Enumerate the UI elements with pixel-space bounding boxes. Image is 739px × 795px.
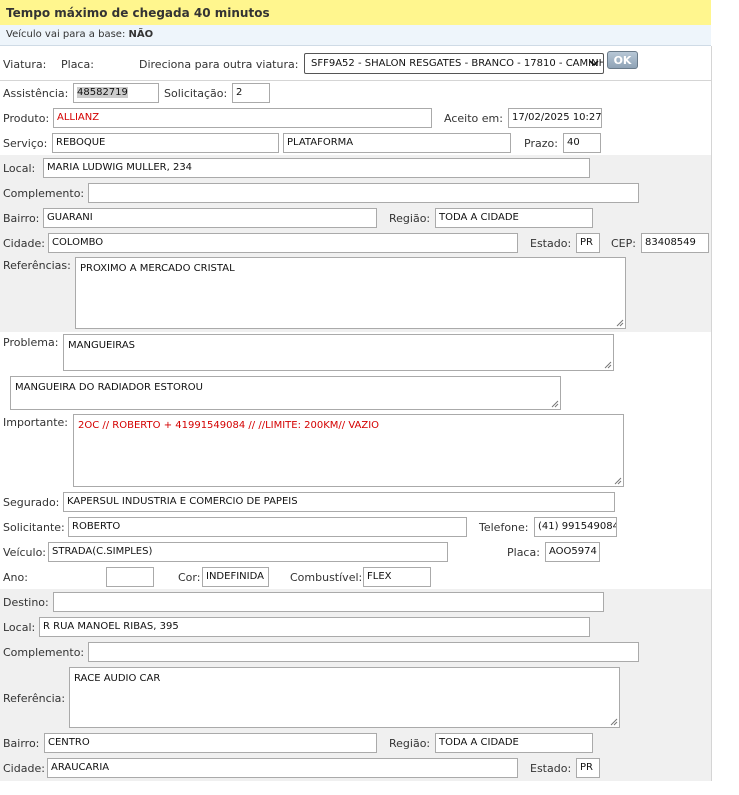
problema-label: Problema: [3,336,59,349]
arrival-time-banner: Tempo máximo de chegada 40 minutos [0,0,711,26]
segurado-label: Segurado: [3,496,60,509]
telefone-field[interactable]: (41) 991549084 [534,517,617,537]
importante-textarea[interactable]: 2OC // ROBERTO + 41991549084 // //LIMITE… [73,414,624,487]
servico-label: Serviço: [3,137,48,150]
veiculo-field[interactable]: STRADA(C.SIMPLES) [48,542,448,562]
regiao-label: Região: [389,212,431,225]
segurado-field[interactable]: KAPERSUL INDUSTRIA E COMERCIO DE PAPEIS [63,492,615,512]
destino-cidade-field[interactable]: ARAUCARIA [47,758,518,778]
destino-referencia-textarea[interactable]: RACE AUDIO CAR [69,667,620,728]
resize-grip-icon[interactable] [604,361,612,369]
bairro-field[interactable]: GUARANI [43,208,377,228]
ano-field[interactable] [106,567,154,587]
resize-grip-icon[interactable] [551,400,559,408]
cep-field[interactable]: 83408549 [641,233,709,253]
chevron-down-icon [589,54,599,73]
destino-local-field[interactable]: R RUA MANOEL RIBAS, 395 [39,617,590,637]
resize-grip-icon[interactable] [610,718,618,726]
destino-estado-field[interactable]: PR [576,758,600,778]
cor-label: Cor: [178,571,201,584]
estado-field[interactable]: PR [576,233,600,253]
assistencia-value: 48582719 [77,87,128,98]
combustivel-label: Combustível: [290,571,363,584]
prazo-label: Prazo: [524,137,558,150]
resize-grip-icon[interactable] [616,319,624,327]
solicitacao-field[interactable]: 2 [232,83,270,103]
cidade-label: Cidade: [3,237,45,250]
local-field[interactable]: MARIA LUDWIG MULLER, 234 [43,158,590,178]
assistencia-field[interactable]: 48582719 [73,83,159,103]
problema-detail-value: MANGUEIRA DO RADIADOR ESTOROU [15,382,203,393]
divider [0,80,711,81]
produto-label: Produto: [3,112,50,125]
destino-bairro-field[interactable]: CENTRO [44,733,377,753]
produto-field[interactable]: ALLIANZ [53,108,432,128]
importante-label: Importante: [3,416,69,429]
solicitante-field[interactable]: ROBERTO [68,517,467,537]
local-label: Local: [3,162,36,175]
estado-label: Estado: [530,237,572,250]
destino-estado-label: Estado: [530,762,572,775]
destino-complemento-label: Complemento: [3,646,85,659]
referencias-label: Referências: [3,259,71,272]
destino-referencia-value: RACE AUDIO CAR [74,673,161,684]
solicitante-label: Solicitante: [3,521,65,534]
bairro-label: Bairro: [3,212,40,225]
base-info-value: NÃO [128,29,154,40]
destino-local-label: Local: [3,621,36,634]
regiao-field[interactable]: TODA A CIDADE [435,208,593,228]
destino-bairro-label: Bairro: [3,737,40,750]
direciona-selected-value: SFF9A52 - SHALON RESGATES - BRANCO - 178… [311,58,604,69]
arrival-time-title: Tempo máximo de chegada 40 minutos [6,6,270,20]
problema-textarea[interactable]: MANGUEIRAS [63,334,614,371]
placa-label: Placa: [61,58,94,71]
problema-value: MANGUEIRAS [68,340,136,351]
complemento-field[interactable] [88,183,639,203]
importante-value: 2OC // ROBERTO + 41991549084 // //LIMITE… [78,420,380,431]
destino-field[interactable] [53,592,604,612]
servico-tipo-field[interactable]: PLATAFORMA [283,133,511,153]
aceito-field[interactable]: 17/02/2025 10:27 [508,108,602,128]
destino-regiao-label: Região: [389,737,431,750]
combustivel-field[interactable]: FLEX [363,567,431,587]
cep-label: CEP: [611,237,636,250]
referencias-value: PROXIMO A MERCADO CRISTAL [80,263,235,274]
telefone-label: Telefone: [479,521,529,534]
viatura-label: Viatura: [3,58,47,71]
base-info-label: Veículo vai para a base: [6,29,126,40]
placa-field[interactable]: AOO5974 [545,542,600,562]
destino-complemento-field[interactable] [88,642,639,662]
servico-field[interactable]: REBOQUE [52,133,279,153]
assistencia-label: Assistência: [3,87,69,100]
resize-grip-icon[interactable] [614,477,622,485]
prazo-field[interactable]: 40 [563,133,601,153]
aceito-label: Aceito em: [444,112,503,125]
destino-regiao-field[interactable]: TODA A CIDADE [435,733,593,753]
solicitacao-label: Solicitação: [164,87,228,100]
placa-veiculo-label: Placa: [507,546,540,559]
base-info-bar: Veículo vai para a base: NÃO [0,25,711,46]
direciona-select[interactable]: SFF9A52 - SHALON RESGATES - BRANCO - 178… [304,53,604,74]
veiculo-label: Veículo: [3,546,47,559]
complemento-label: Complemento: [3,187,85,200]
cidade-field[interactable]: COLOMBO [48,233,518,253]
referencias-textarea[interactable]: PROXIMO A MERCADO CRISTAL [75,257,626,329]
destino-cidade-label: Cidade: [3,762,45,775]
cor-field[interactable]: INDEFINIDA [202,567,269,587]
ok-button[interactable]: OK [607,51,638,69]
destino-referencia-label: Referência: [3,692,66,705]
destino-label: Destino: [3,596,49,609]
direciona-label: Direciona para outra viatura: [139,58,299,71]
problema-detail-textarea[interactable]: MANGUEIRA DO RADIADOR ESTOROU [10,376,561,410]
ano-label: Ano: [3,571,28,584]
